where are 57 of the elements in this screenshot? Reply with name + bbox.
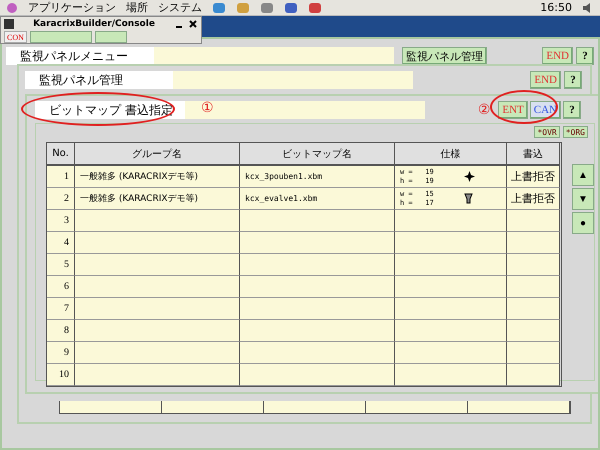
- table-cell: 一般雑多 (KARACRIXデモ等): [75, 188, 240, 210]
- window-title: KaracrixBuilder/Console: [32, 19, 156, 29]
- annotation-marker: ②: [478, 102, 490, 118]
- launcher-icon[interactable]: [284, 2, 298, 14]
- column-header: No.: [47, 143, 75, 166]
- row-number: 9: [47, 342, 75, 364]
- row-number: 6: [47, 276, 75, 298]
- panel-title: 監視パネル管理: [25, 71, 173, 89]
- row-number: 5: [47, 254, 75, 276]
- table-cell: kcx_3pouben1.xbm: [240, 166, 395, 188]
- column-header: ビットマップ名: [240, 143, 395, 166]
- column-header: 書込: [507, 143, 560, 166]
- menu-item[interactable]: システム: [158, 0, 202, 15]
- column-header: 仕様: [395, 143, 507, 166]
- row-number: 8: [47, 320, 75, 342]
- console-button[interactable]: CON: [4, 31, 27, 43]
- menu-title: 監視パネルメニュー: [6, 47, 154, 65]
- flower-icon[interactable]: [6, 2, 18, 14]
- menu-item[interactable]: 場所: [126, 0, 148, 15]
- dialog-title: ビットマップ 書込指定: [35, 101, 185, 119]
- scroll-up-button[interactable]: ▲: [572, 164, 594, 186]
- launcher-icon[interactable]: [260, 2, 274, 14]
- table-cell: 上書拒否: [507, 166, 560, 188]
- panel-manage-button[interactable]: 監視パネル管理: [402, 47, 487, 65]
- table-cell: kcx_evalve1.xbm: [240, 188, 395, 210]
- scroll-home-button[interactable]: ●: [572, 212, 594, 234]
- row-number: 10: [47, 364, 75, 386]
- cross-icon: [464, 171, 475, 182]
- help-button[interactable]: ?: [564, 71, 582, 89]
- launcher-icon[interactable]: [308, 2, 322, 14]
- row-number: 4: [47, 232, 75, 254]
- table-cell: 一般雑多 (KARACRIXデモ等): [75, 166, 240, 188]
- annotation-marker: ①: [201, 100, 214, 116]
- help-button[interactable]: ?: [576, 47, 594, 65]
- option-button[interactable]: *ORG: [562, 126, 588, 138]
- row-number: 1: [47, 166, 75, 188]
- input-field[interactable]: [173, 71, 413, 89]
- help-button[interactable]: ?: [563, 101, 581, 119]
- row-number: 7: [47, 298, 75, 320]
- option-button[interactable]: *OVR: [534, 126, 560, 138]
- launcher-icon[interactable]: [212, 2, 226, 14]
- toolbar-button[interactable]: [30, 31, 92, 43]
- app-icon: [4, 19, 14, 29]
- clock: 16:50: [540, 1, 572, 14]
- scroll-down-button[interactable]: ▼: [572, 188, 594, 210]
- table-cell: 上書拒否: [507, 188, 560, 210]
- launcher-icon[interactable]: [236, 2, 250, 14]
- annotation-ellipse: [490, 90, 558, 124]
- column-header: グループ名: [75, 143, 240, 166]
- input-field[interactable]: [185, 101, 425, 119]
- toolbar-button[interactable]: [94, 31, 127, 43]
- valve-icon: [464, 193, 473, 204]
- close-icon[interactable]: [188, 19, 198, 29]
- row-number: 2: [47, 188, 75, 210]
- menu-item[interactable]: アプリケーション: [28, 0, 116, 15]
- row-number: 3: [47, 210, 75, 232]
- input-field[interactable]: [154, 47, 394, 65]
